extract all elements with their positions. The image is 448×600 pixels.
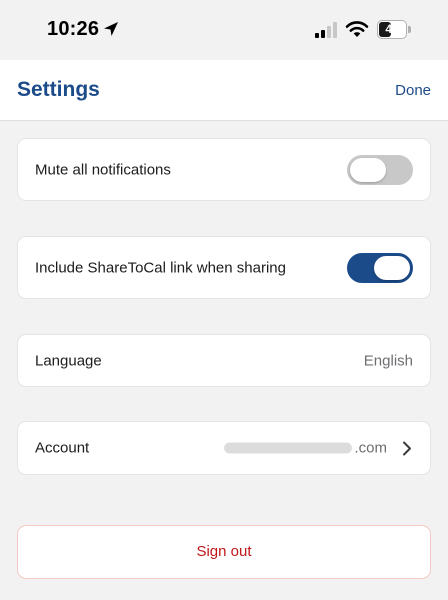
- location-arrow-icon: [104, 22, 118, 36]
- language-row[interactable]: Language English: [17, 334, 431, 387]
- chevron-right-icon: [403, 441, 411, 455]
- include-link-row: Include ShareToCal link when sharing: [17, 236, 431, 299]
- language-value: English: [363, 352, 413, 369]
- battery-level: 44: [385, 22, 399, 36]
- toggle-knob: [350, 157, 386, 182]
- include-link-toggle[interactable]: [347, 252, 413, 283]
- mute-notifications-label: Mute all notifications: [35, 161, 171, 178]
- mute-notifications-row: Mute all notifications: [17, 138, 431, 201]
- battery-icon: 44: [377, 20, 411, 39]
- account-row[interactable]: Account .com: [17, 421, 431, 475]
- page-title: Settings: [17, 78, 100, 101]
- include-link-label: Include ShareToCal link when sharing: [35, 259, 286, 276]
- language-label: Language: [35, 352, 102, 369]
- account-value: .com: [224, 440, 413, 457]
- account-label: Account: [35, 439, 90, 457]
- mute-notifications-toggle[interactable]: [347, 154, 413, 185]
- cellular-signal-icon: [315, 22, 337, 38]
- status-time: 10:26: [47, 18, 100, 40]
- wifi-icon: [345, 21, 369, 37]
- done-button[interactable]: Done: [395, 82, 431, 99]
- navigation-bar: Settings Done: [0, 60, 448, 121]
- account-domain: .com: [354, 439, 387, 457]
- status-bar: 10:26 44: [0, 0, 448, 60]
- sign-out-button[interactable]: Sign out: [17, 525, 431, 579]
- redacted-email: [224, 442, 353, 454]
- toggle-knob: [374, 255, 410, 280]
